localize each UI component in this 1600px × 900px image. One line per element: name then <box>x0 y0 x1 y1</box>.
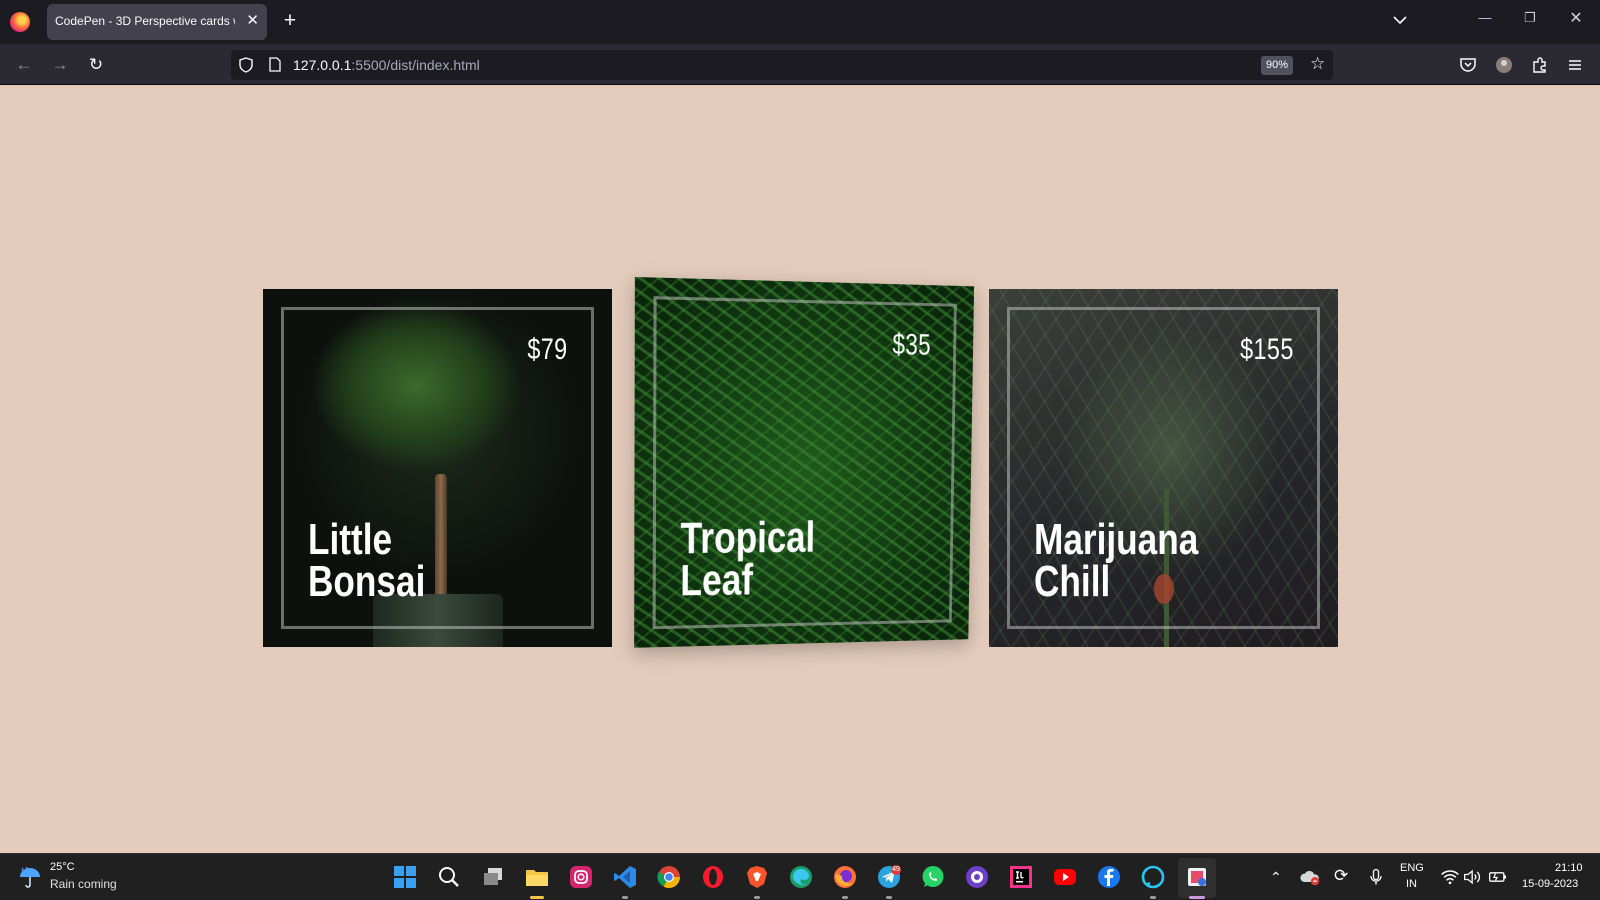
cards-stage: $79 Little Bonsai $35 Tropical Leaf $155… <box>0 85 1600 853</box>
running-indicator <box>1189 896 1205 899</box>
task-view-icon[interactable] <box>481 865 505 889</box>
search-icon[interactable] <box>437 865 461 889</box>
card-title-line-2: Bonsai <box>308 557 426 606</box>
whatsapp-icon[interactable] <box>921 865 945 889</box>
onedrive-error-icon[interactable] <box>1300 867 1320 887</box>
card-price: $79 <box>527 333 568 366</box>
facebook-icon[interactable] <box>1097 865 1121 889</box>
opera-icon[interactable] <box>701 865 725 889</box>
running-indicator <box>842 896 848 899</box>
weather-description[interactable]: Rain coming <box>50 877 117 891</box>
hamburger-menu-icon[interactable] <box>1566 56 1584 74</box>
zoom-level-badge[interactable]: 90% <box>1261 56 1294 75</box>
card-title-line-1: Marijuana <box>1034 515 1199 564</box>
running-indicator <box>886 896 892 899</box>
card-title: Tropical Leaf <box>680 512 816 606</box>
card-price: $35 <box>892 328 932 362</box>
file-explorer-icon[interactable] <box>525 865 549 889</box>
weather-temperature[interactable]: 25°C <box>50 861 75 873</box>
browser-tab-bar: CodePen - 3D Perspective cards with ✕ + … <box>0 0 1600 44</box>
address-bar[interactable]: 127.0.0.1:5500/dist/index.html 90% ☆ <box>231 50 1333 80</box>
card-title-line-1: Tropical <box>680 512 816 564</box>
umbrella-rain-icon[interactable] <box>18 865 42 889</box>
running-indicator <box>622 896 628 899</box>
wifi-icon[interactable] <box>1440 868 1460 886</box>
brave-icon[interactable] <box>745 865 769 889</box>
new-tab-button[interactable]: + <box>281 9 299 33</box>
list-all-tabs-icon[interactable] <box>1392 12 1408 28</box>
product-card-marijuana-chill[interactable]: $155 Marijuana Chill <box>989 289 1338 647</box>
card-title-line-2: Chill <box>1034 557 1111 606</box>
close-tab-icon[interactable]: ✕ <box>246 11 259 29</box>
input-language[interactable]: ENG <box>1400 862 1424 874</box>
windows-start-icon[interactable] <box>393 865 417 889</box>
forward-arrow-icon[interactable]: → <box>51 56 69 74</box>
card-title-line-2: Leaf <box>680 555 754 606</box>
pocket-icon[interactable] <box>1459 56 1477 74</box>
show-hidden-icons-chevron-icon[interactable]: ⌃ <box>1270 869 1282 886</box>
snipping-tool-icon[interactable] <box>1185 865 1209 889</box>
bookmark-star-icon[interactable]: ☆ <box>1310 54 1325 74</box>
firefox-icon[interactable] <box>833 865 857 889</box>
alexa-icon[interactable] <box>1141 865 1165 889</box>
running-indicator <box>1150 896 1156 899</box>
tab-title: CodePen - 3D Perspective cards with <box>55 14 235 28</box>
product-card-tropical-leaf[interactable]: $35 Tropical Leaf <box>634 277 975 648</box>
url-path: :5500/dist/index.html <box>351 57 480 73</box>
youtube-icon[interactable] <box>1053 865 1077 889</box>
minimize-window-icon[interactable]: — <box>1475 10 1495 25</box>
page-info-icon[interactable] <box>269 57 281 72</box>
windows-taskbar: 25°C Rain coming 49 ⌃ ⟳ ENG IN 21:10 15-… <box>0 853 1600 900</box>
restore-window-icon[interactable]: ❐ <box>1520 10 1540 26</box>
running-indicator <box>754 896 760 899</box>
url-host: 127.0.0.1 <box>293 57 352 73</box>
clock-date[interactable]: 15-09-2023 <box>1522 878 1578 890</box>
card-title: Marijuana Chill <box>1034 515 1199 606</box>
browser-toolbar: ← → ↻ 127.0.0.1:5500/dist/index.html 90%… <box>0 44 1600 85</box>
close-window-icon[interactable]: ✕ <box>1566 8 1586 28</box>
extensions-puzzle-icon[interactable] <box>1531 56 1549 74</box>
back-arrow-icon[interactable]: ← <box>15 56 33 74</box>
product-card-little-bonsai[interactable]: $79 Little Bonsai <box>263 289 612 647</box>
card-price: $155 <box>1240 333 1294 366</box>
card-title: Little Bonsai <box>308 515 426 606</box>
battery-charging-icon[interactable] <box>1488 868 1508 886</box>
running-indicator <box>530 896 544 899</box>
reload-icon[interactable]: ↻ <box>87 56 105 74</box>
chrome-icon[interactable] <box>657 865 681 889</box>
firefox-logo-icon[interactable] <box>10 12 30 32</box>
tab-codepen[interactable]: CodePen - 3D Perspective cards with ✕ <box>47 4 267 40</box>
clock-time[interactable]: 21:10 <box>1555 862 1583 874</box>
vscode-icon[interactable] <box>613 865 637 889</box>
sync-icon[interactable]: ⟳ <box>1334 866 1348 886</box>
input-region[interactable]: IN <box>1406 878 1417 890</box>
instagram-icon[interactable] <box>569 865 593 889</box>
account-avatar-icon[interactable] <box>1495 56 1513 74</box>
edge-icon[interactable] <box>789 865 813 889</box>
intellij-icon[interactable] <box>1009 865 1033 889</box>
github-desktop-icon[interactable] <box>965 865 989 889</box>
url-text[interactable]: 127.0.0.1:5500/dist/index.html <box>293 57 480 73</box>
card-title-line-1: Little <box>308 515 393 564</box>
tracking-shield-icon[interactable] <box>239 57 253 73</box>
volume-icon[interactable] <box>1463 868 1483 886</box>
microphone-icon[interactable] <box>1366 867 1386 887</box>
telegram-unread-badge: 49 <box>892 866 900 873</box>
